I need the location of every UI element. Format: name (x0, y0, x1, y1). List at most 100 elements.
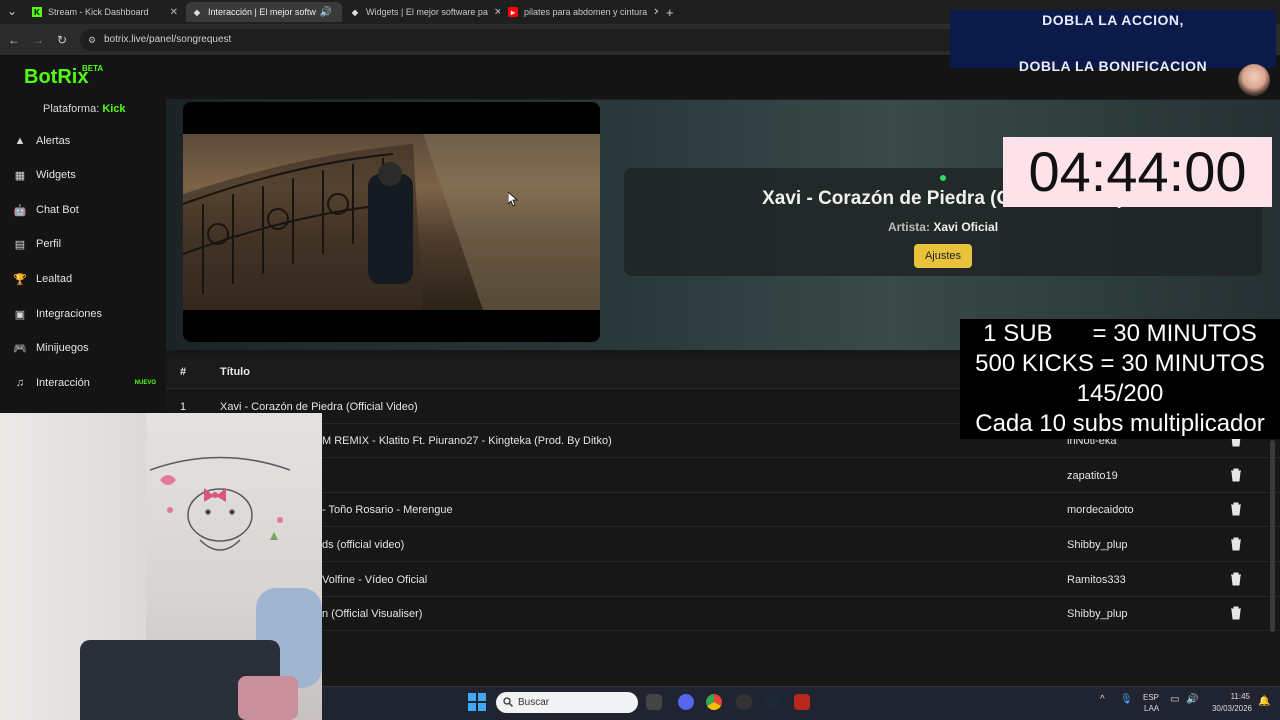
row-requester: Ramitos333 (1067, 574, 1126, 586)
close-tab-icon[interactable]: ✕ (164, 7, 178, 18)
live-indicator-dot (940, 175, 946, 181)
avatar[interactable] (1238, 64, 1270, 96)
tray-date[interactable]: 30/03/2026 (1208, 704, 1252, 713)
webcam-pink-bag (238, 676, 298, 720)
plug-icon: ▣ (14, 308, 26, 321)
botrix-favicon-icon: ◆ (193, 7, 201, 17)
sidebar-item-minijuegos[interactable]: 🎮 Minijuegos (0, 331, 166, 365)
info-line-progress: 145/200 (1076, 380, 1164, 407)
close-tab-icon[interactable]: ✕ (336, 7, 342, 18)
task-view-icon[interactable] (646, 694, 662, 710)
sidebar-item-label: Chat Bot (36, 204, 79, 216)
speaker-icon[interactable]: 🔊 (316, 7, 332, 18)
sidebar-item-integraciones[interactable]: ▣ Integraciones (0, 297, 166, 331)
column-header-title[interactable]: Título (220, 366, 250, 378)
tab-widgets[interactable]: ◆ Widgets | El mejor software pa ✕ (344, 2, 500, 22)
close-tab-icon[interactable]: ✕ (488, 7, 500, 18)
artist-name: Xavi Oficial (933, 220, 999, 234)
windows-start-icon[interactable] (468, 693, 486, 711)
search-icon (503, 697, 513, 707)
hello-kitty-wall-art (149, 456, 291, 551)
delete-trash-icon[interactable] (1230, 572, 1242, 586)
sidebar-item-lealtad[interactable]: 🏆 Lealtad (0, 262, 166, 296)
dota-icon[interactable] (794, 694, 810, 710)
volume-icon[interactable]: 🔊 (1186, 694, 1198, 705)
delete-trash-icon[interactable] (1230, 502, 1242, 516)
sidebar-item-label: Alertas (36, 135, 71, 147)
info-line-kicks: 500 KICKS = 30 MINUTOS (975, 350, 1265, 377)
tray-layout[interactable]: LAA (1144, 704, 1159, 713)
table-row[interactable]: n (Official Visualiser) Shibby_plup (166, 597, 1280, 631)
platform-value: Kick (102, 103, 126, 115)
gamepad-icon: 🎮 (13, 342, 27, 355)
discord-icon[interactable] (678, 694, 694, 710)
column-header-number: # (180, 366, 187, 378)
mouse-cursor-icon (508, 192, 518, 206)
platform-indicator: Plataforma: Kick (43, 103, 126, 115)
tab-kick-dashboard[interactable]: K Stream - Kick Dashboard ✕ (26, 2, 184, 22)
info-line-multiplier: Cada 10 subs multiplicador (975, 410, 1265, 437)
table-row[interactable]: ds (official video) Shibby_plup (166, 528, 1280, 562)
tab-pilates[interactable]: ▸ pilates para abdomen y cintura ✕ (502, 2, 658, 22)
tab-list-chevron-icon[interactable]: ⌄ (4, 3, 20, 19)
reload-icon[interactable]: ↻ (54, 32, 70, 48)
tab-label: Widgets | El mejor software pa (366, 7, 488, 17)
chrome-icon[interactable] (706, 694, 722, 710)
sidebar-item-widgets[interactable]: ▦ Widgets (0, 158, 166, 192)
sidebar-item-interaccion[interactable]: ♫ Interacción NUEVO (0, 366, 166, 400)
url-field[interactable]: ⚙ botrix.live/panel/songrequest (80, 29, 960, 51)
countdown-timer-text: 04:44:00 (1028, 140, 1247, 203)
table-row[interactable]: zapatito19 (166, 459, 1280, 493)
obs-icon[interactable] (736, 694, 752, 710)
notifications-icon[interactable]: 🔔 (1258, 696, 1270, 707)
artist-label: Artista: (887, 220, 930, 234)
row-title: Xavi - Corazón de Piedra (Official Video… (220, 401, 418, 413)
delete-trash-icon[interactable] (1230, 606, 1242, 620)
sidebar-item-label: Widgets (36, 169, 76, 181)
row-requester: zapatito19 (1067, 470, 1118, 482)
sidebar-item-chat-bot[interactable]: 🤖 Chat Bot (0, 193, 166, 227)
info-line-sub: 1 SUB = 30 MINUTOS (983, 320, 1257, 347)
microphone-icon[interactable]: 🎙 (1120, 694, 1133, 705)
grid-icon: ▦ (14, 169, 26, 182)
network-icon[interactable]: ▭ (1170, 694, 1179, 705)
tray-chevron-icon[interactable]: ^ (1100, 694, 1105, 705)
brand-logo[interactable]: BotRix (24, 66, 88, 89)
tab-label: pilates para abdomen y cintura (524, 7, 648, 17)
forward-arrow-icon[interactable]: → (30, 32, 46, 48)
promo-line-1: DOBLA LA ACCION, (1042, 12, 1184, 28)
close-tab-icon[interactable]: ✕ (647, 7, 658, 18)
tab-interaccion[interactable]: ◆ Interacción | El mejor softw 🔊 ✕ (186, 2, 342, 22)
platform-label: Plataforma: (43, 103, 100, 115)
table-row[interactable]: - Toño Rosario - Merengue mordecaidoto (166, 493, 1280, 527)
row-title: Volfine - Vídeo Oficial (322, 574, 428, 586)
row-requester: Shibby_plup (1067, 608, 1128, 620)
back-arrow-icon[interactable]: ← (6, 32, 22, 48)
tab-label: Interacción | El mejor softw (208, 7, 316, 17)
promo-line-2: DOBLA LA BONIFICACION (1018, 58, 1208, 74)
sidebar-item-perfil[interactable]: ▤ Perfil (0, 227, 166, 261)
page-scrollbar[interactable] (1270, 440, 1275, 632)
sidebar-item-label: Integraciones (36, 308, 103, 320)
id-card-icon: ▤ (14, 238, 26, 251)
site-info-icon[interactable]: ⚙ (88, 29, 96, 51)
botrix-favicon-icon: ◆ (351, 7, 359, 17)
settings-button[interactable]: Ajustes (914, 244, 972, 268)
row-title: n (Official Visualiser) (322, 608, 423, 620)
steam-icon[interactable] (764, 694, 780, 710)
sidebar-item-label: Minijuegos (36, 342, 89, 354)
url-text: botrix.live/panel/songrequest (104, 34, 232, 45)
delete-trash-icon[interactable] (1230, 537, 1242, 551)
row-title: M REMIX - Klatito Ft. Piurano27 - Kingte… (322, 435, 612, 447)
row-requester: Shibby_plup (1067, 539, 1128, 551)
new-tab-plus-icon[interactable]: + (660, 2, 680, 22)
sidebar-item-alertas[interactable]: ▲ Alertas (0, 124, 166, 158)
taskbar-search-input[interactable]: Buscar (496, 692, 638, 713)
row-number: 1 (180, 401, 187, 413)
tab-label: Stream - Kick Dashboard (48, 7, 149, 17)
tray-language[interactable]: ESP (1143, 693, 1159, 702)
tray-time[interactable]: 11:45 (1226, 692, 1250, 701)
table-row[interactable]: Volfine - Vídeo Oficial Ramitos333 (166, 563, 1280, 597)
row-requester: mordecaidoto (1067, 504, 1134, 516)
delete-trash-icon[interactable] (1230, 468, 1242, 482)
